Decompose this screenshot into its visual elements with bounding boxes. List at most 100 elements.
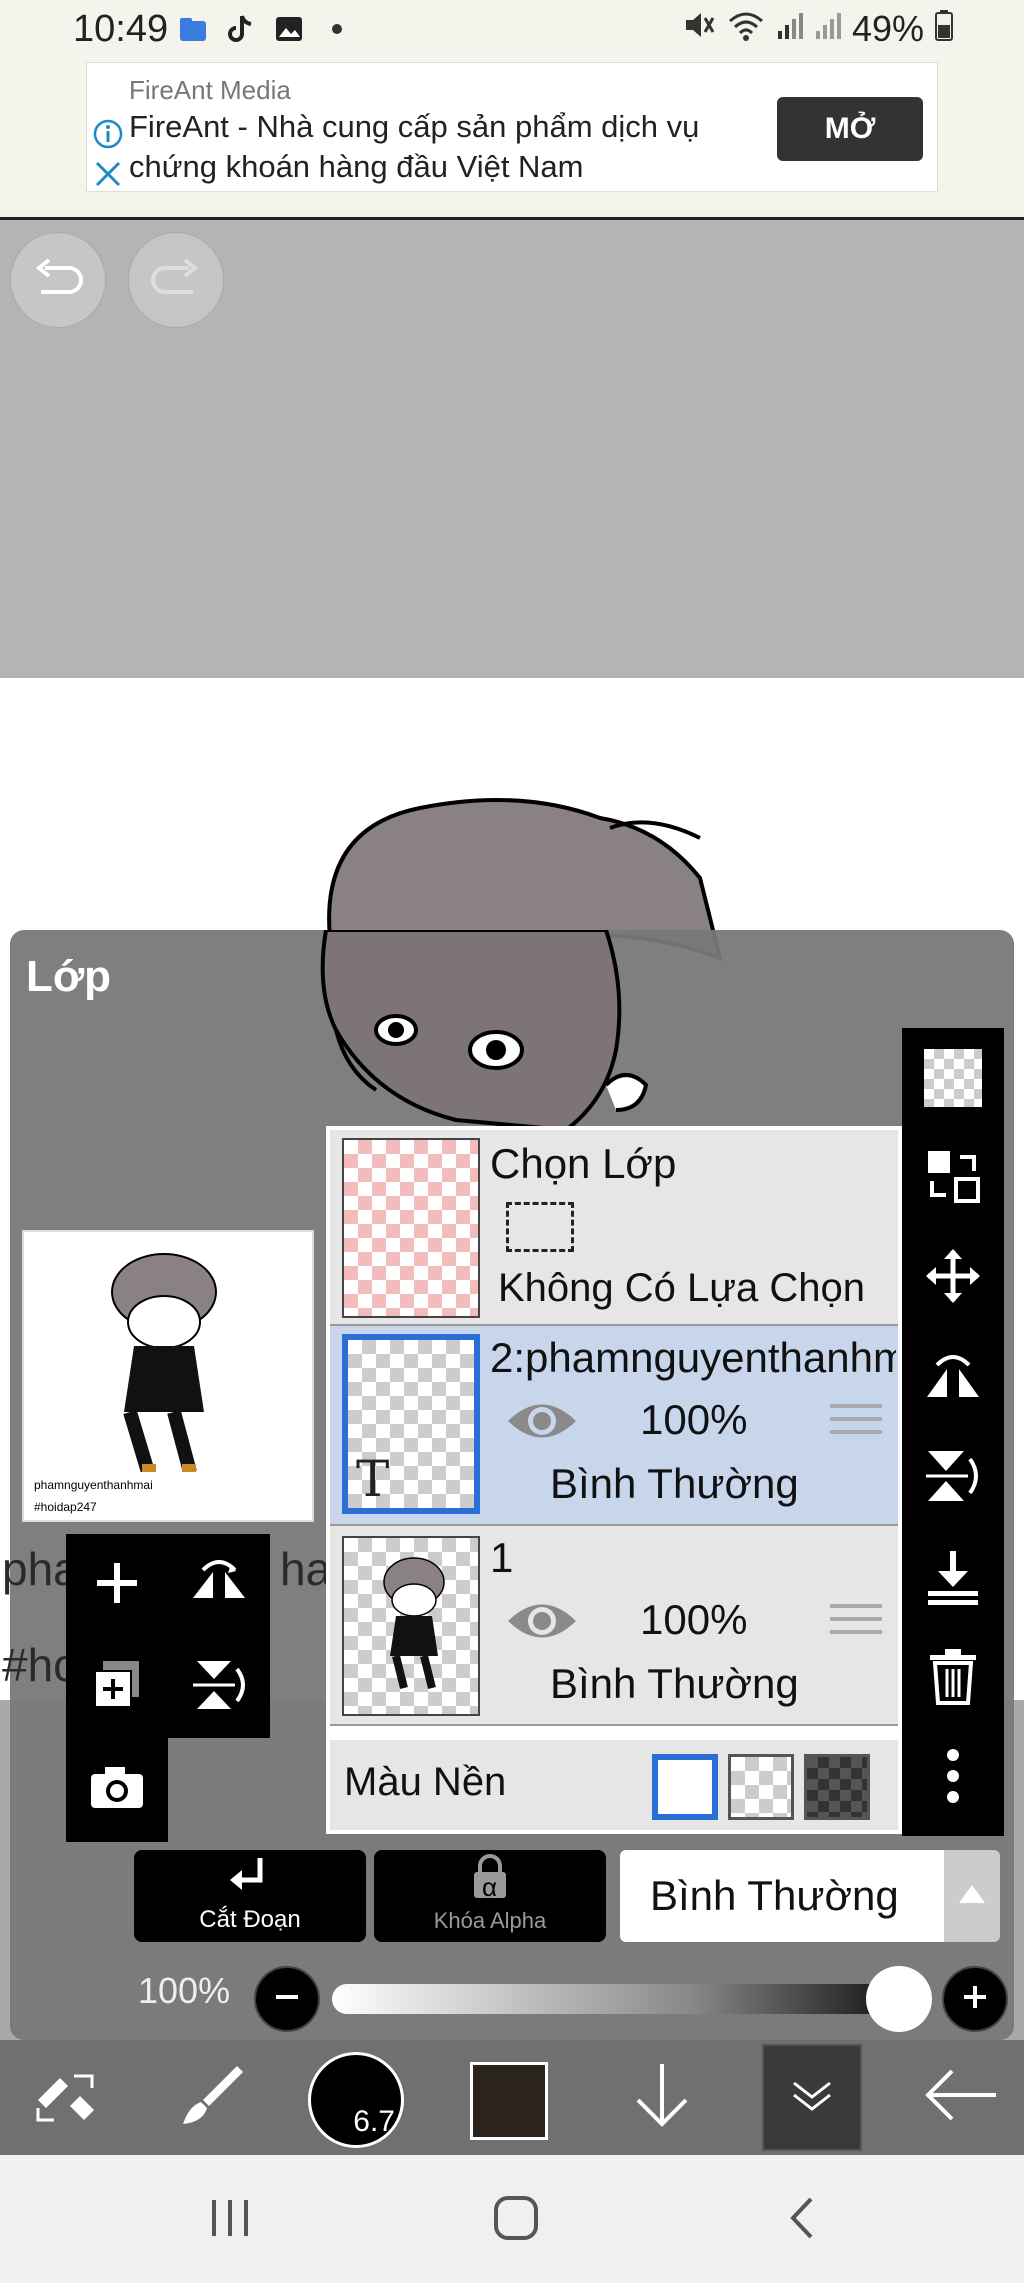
opacity-label: 100% <box>138 1970 231 2011</box>
brush-size-button[interactable]: 6.7 <box>308 2052 404 2148</box>
move-icon <box>924 1247 982 1310</box>
info-icon[interactable] <box>93 119 123 149</box>
home-button[interactable] <box>476 2185 556 2255</box>
swap-layer-button[interactable] <box>902 1128 1004 1228</box>
duplicate-layer-button[interactable] <box>66 1636 168 1738</box>
clipping-label: Cắt Đoạn <box>199 1906 301 1933</box>
flip-horizontal-tool-button[interactable] <box>902 1328 1004 1428</box>
layer-opacity: 100% <box>640 1396 748 1443</box>
alpha-symbol: α <box>482 1872 498 1902</box>
background-color-label: Màu Nền <box>344 1760 507 1804</box>
background-white-option[interactable] <box>652 1754 718 1820</box>
status-notification-icons <box>178 14 352 44</box>
recent-apps-button[interactable] <box>190 2185 270 2255</box>
panel-title: Lớp <box>26 952 112 1001</box>
preview-caption: phamnguyenthanhmai <box>34 1478 153 1492</box>
more-vertical-icon <box>946 1747 960 1810</box>
layer-thumbnail-image <box>383 1557 445 1689</box>
redo-icon <box>149 257 203 303</box>
merge-down-button[interactable] <box>902 1528 1004 1628</box>
tool-switch-button[interactable] <box>0 2040 140 2155</box>
merge-down-icon <box>924 1547 982 1610</box>
preview-image <box>111 1253 217 1472</box>
flip-vertical-button[interactable] <box>168 1636 270 1738</box>
mute-icon <box>682 8 716 50</box>
chevron-double-down-icon <box>790 2077 834 2118</box>
ad-open-button[interactable]: MỞ <box>777 97 923 161</box>
layer-tools-right <box>902 1028 1004 1836</box>
move-layer-down-button[interactable] <box>592 2040 732 2155</box>
flip-vertical-tool-button[interactable] <box>902 1428 1004 1528</box>
blend-mode-select[interactable]: Bình Thường <box>620 1850 952 1942</box>
pen-eraser-switch-icon <box>30 2060 110 2135</box>
flip-vertical-icon <box>924 1447 982 1510</box>
layer-blend-mode: Bình Thường <box>550 1460 799 1507</box>
ad-text: FireAnt - Nhà cung cấp sản phẩm dịch vụ … <box>129 109 700 184</box>
drag-handle-icon[interactable] <box>830 1604 882 1644</box>
move-button[interactable] <box>902 1228 1004 1328</box>
bottom-toolbar: 6.7 <box>0 2040 1024 2155</box>
status-right: 49% <box>682 8 954 50</box>
color-picker-button[interactable] <box>470 2062 548 2140</box>
dot-icon <box>322 14 352 44</box>
opacity-slider[interactable] <box>332 1984 932 2014</box>
camera-button[interactable] <box>66 1738 168 1840</box>
recent-apps-icon <box>208 2198 252 2243</box>
ad-card[interactable]: FireAnt Media FireAnt - Nhà cung cấp sản… <box>86 62 938 192</box>
folder-icon <box>178 14 208 44</box>
selection-layer-title: Chọn Lớp <box>490 1140 677 1187</box>
background-dark-option[interactable] <box>804 1754 870 1820</box>
selection-layer-row[interactable]: Chọn Lớp Không Có Lựa Chọn <box>330 1130 898 1326</box>
transparency-button[interactable] <box>902 1028 1004 1128</box>
arrow-down-icon <box>632 2060 692 2135</box>
ad-banner: FireAnt Media FireAnt - Nhà cung cấp sản… <box>0 62 1024 220</box>
layer-row[interactable]: T 2:phamnguyenthanhmai 100% Bình Thường <box>330 1326 898 1526</box>
layer-row[interactable]: 1 100% Bình Thường <box>330 1526 898 1726</box>
eye-icon[interactable] <box>506 1596 578 1646</box>
brush-icon <box>175 2060 245 2135</box>
eye-icon[interactable] <box>506 1396 578 1446</box>
layer-thumbnail <box>342 1536 480 1716</box>
undo-button[interactable] <box>10 232 106 328</box>
flip-horizontal-icon <box>923 1349 983 1408</box>
clipping-button[interactable]: Cắt Đoạn <box>134 1850 366 1942</box>
background-transparent-option[interactable] <box>728 1754 794 1820</box>
trash-icon <box>928 1647 978 1710</box>
arrow-left-icon <box>922 2065 998 2130</box>
layers-panel-toggle[interactable] <box>762 2044 862 2151</box>
drag-handle-icon[interactable] <box>830 1404 882 1444</box>
delete-layer-button[interactable] <box>902 1628 1004 1728</box>
flip-horizontal-button[interactable] <box>168 1534 270 1636</box>
layer-thumbnail: T <box>342 1334 480 1514</box>
flip-vertical-icon <box>191 1657 247 1718</box>
canvas-character-overlay <box>320 930 649 1133</box>
opacity-slider-handle[interactable] <box>866 1966 932 2032</box>
add-layer-button[interactable] <box>66 1534 168 1636</box>
swap-icon <box>924 1147 982 1210</box>
alpha-lock-button[interactable]: α Khóa Alpha <box>374 1850 606 1942</box>
back-button[interactable] <box>890 2040 1024 2155</box>
close-icon[interactable] <box>93 159 123 189</box>
text-layer-marker: T <box>356 1450 390 1508</box>
preview-caption-tag: #hoidap247 <box>34 1500 97 1514</box>
signal-icon <box>776 8 804 50</box>
alpha-lock-label: Khóa Alpha <box>433 1908 547 1933</box>
blend-mode-value: Bình Thường <box>650 1872 899 1919</box>
triangle-up-icon <box>957 1883 987 1910</box>
battery-percent: 49% <box>851 8 924 49</box>
layer-panel: Lớp phamnguyenthanhmai #hoidap247 pha ha… <box>2 930 1014 2040</box>
clipping-arrow-icon <box>228 1856 272 1905</box>
opacity-increase-button[interactable] <box>942 1966 1008 2032</box>
wifi-icon <box>726 8 766 50</box>
brush-size-value: 6.7 <box>353 2105 395 2138</box>
flip-horizontal-icon <box>189 1558 249 1613</box>
home-icon <box>493 2195 539 2246</box>
redo-button[interactable] <box>128 232 224 328</box>
background-color-row: Màu Nền <box>330 1740 898 1830</box>
system-back-button[interactable] <box>762 2185 842 2255</box>
opacity-decrease-button[interactable] <box>254 1966 320 2032</box>
canvas-preview[interactable]: phamnguyenthanhmai #hoidap247 <box>22 1230 314 1522</box>
blend-mode-dropdown-button[interactable] <box>944 1850 1000 1942</box>
more-options-button[interactable] <box>902 1728 1004 1828</box>
brush-button[interactable] <box>140 2040 280 2155</box>
